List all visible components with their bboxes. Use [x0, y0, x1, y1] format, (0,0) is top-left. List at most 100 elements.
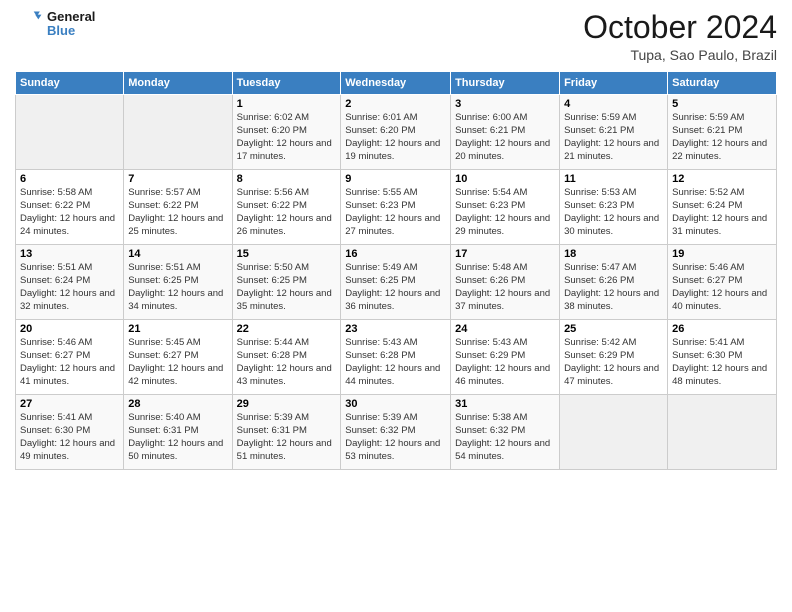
day-number: 29 — [237, 398, 337, 410]
day-info: Sunrise: 5:41 AM Sunset: 6:30 PM Dayligh… — [672, 337, 772, 388]
calendar-day-cell: 9Sunrise: 5:55 AM Sunset: 6:23 PM Daylig… — [341, 170, 451, 245]
day-number: 18 — [564, 248, 663, 260]
calendar-day-cell: 6 Sunrise: 5:58 AM Sunset: 6:22 PM Daylig… — [16, 170, 124, 245]
day-number: 10 — [455, 173, 555, 185]
calendar-day-cell: 26 Sunrise: 5:41 AM Sunset: 6:30 PM Dayli… — [668, 320, 777, 395]
calendar-day-cell — [560, 395, 668, 470]
day-info: Sunrise: 6:01 AM Sunset: 6:20 PM Dayligh… — [345, 112, 446, 163]
day-info: Sunrise: 5:59 AM Sunset: 6:21 PM Dayligh… — [672, 112, 772, 163]
day-info: Sunrise: 5:49 AM Sunset: 6:25 PM Dayligh… — [345, 262, 446, 313]
calendar-header-row: SundayMondayTuesdayWednesdayThursdayFrid… — [16, 72, 777, 95]
calendar-day-header: Wednesday — [341, 72, 451, 95]
day-number: 28 — [128, 398, 227, 410]
day-info: Sunrise: 5:56 AM Sunset: 6:22 PM Dayligh… — [237, 187, 337, 238]
day-number: 31 — [455, 398, 555, 410]
day-info: Sunrise: 5:59 AM Sunset: 6:21 PM Dayligh… — [564, 112, 663, 163]
calendar-day-cell: 21 Sunrise: 5:45 AM Sunset: 6:27 PM Dayli… — [124, 320, 232, 395]
day-info: Sunrise: 5:52 AM Sunset: 6:24 PM Dayligh… — [672, 187, 772, 238]
day-number: 11 — [564, 173, 663, 185]
calendar-day-cell: 12 Sunrise: 5:52 AM Sunset: 6:24 PM Dayli… — [668, 170, 777, 245]
calendar-day-cell: 19 Sunrise: 5:46 AM Sunset: 6:27 PM Dayli… — [668, 245, 777, 320]
calendar-day-cell: 25 Sunrise: 5:42 AM Sunset: 6:29 PM Dayli… — [560, 320, 668, 395]
day-info: Sunrise: 5:44 AM Sunset: 6:28 PM Dayligh… — [237, 337, 337, 388]
calendar-day-cell: 1 Sunrise: 6:02 AM Sunset: 6:20 PM Daylig… — [232, 95, 341, 170]
day-number: 25 — [564, 323, 663, 335]
title-block: October 2024 Tupa, Sao Paulo, Brazil — [583, 10, 777, 63]
day-number: 2 — [345, 98, 446, 110]
calendar-day-cell: 22 Sunrise: 5:44 AM Sunset: 6:28 PM Dayli… — [232, 320, 341, 395]
day-info: Sunrise: 5:42 AM Sunset: 6:29 PM Dayligh… — [564, 337, 663, 388]
day-info: Sunrise: 5:46 AM Sunset: 6:27 PM Dayligh… — [20, 337, 119, 388]
calendar-day-header: Saturday — [668, 72, 777, 95]
day-number: 9 — [345, 173, 446, 185]
calendar-day-header: Monday — [124, 72, 232, 95]
calendar-day-cell — [16, 95, 124, 170]
day-number: 6 — [20, 173, 119, 185]
calendar-day-cell: 24Sunrise: 5:43 AM Sunset: 6:29 PM Dayli… — [451, 320, 560, 395]
calendar-day-cell: 16 Sunrise: 5:49 AM Sunset: 6:25 PM Dayli… — [341, 245, 451, 320]
day-number: 4 — [564, 98, 663, 110]
calendar-day-cell: 11Sunrise: 5:53 AM Sunset: 6:23 PM Dayli… — [560, 170, 668, 245]
logo-icon — [15, 10, 43, 38]
day-info: Sunrise: 5:43 AM Sunset: 6:28 PM Dayligh… — [345, 337, 446, 388]
day-info: Sunrise: 5:39 AM Sunset: 6:31 PM Dayligh… — [237, 412, 337, 463]
day-number: 16 — [345, 248, 446, 260]
calendar-day-cell: 31 Sunrise: 5:38 AM Sunset: 6:32 PM Dayli… — [451, 395, 560, 470]
day-number: 26 — [672, 323, 772, 335]
logo-blue: Blue — [47, 24, 95, 38]
day-info: Sunrise: 5:38 AM Sunset: 6:32 PM Dayligh… — [455, 412, 555, 463]
calendar-day-header: Thursday — [451, 72, 560, 95]
calendar-day-cell: 13Sunrise: 5:51 AM Sunset: 6:24 PM Dayli… — [16, 245, 124, 320]
calendar-week-row: 1 Sunrise: 6:02 AM Sunset: 6:20 PM Daylig… — [16, 95, 777, 170]
day-info: Sunrise: 5:46 AM Sunset: 6:27 PM Dayligh… — [672, 262, 772, 313]
day-number: 23 — [345, 323, 446, 335]
calendar-day-cell: 27 Sunrise: 5:41 AM Sunset: 6:30 PM Dayli… — [16, 395, 124, 470]
day-number: 24 — [455, 323, 555, 335]
day-number: 20 — [20, 323, 119, 335]
calendar-day-cell: 18 Sunrise: 5:47 AM Sunset: 6:26 PM Dayli… — [560, 245, 668, 320]
day-number: 22 — [237, 323, 337, 335]
day-number: 19 — [672, 248, 772, 260]
calendar-day-cell: 30 Sunrise: 5:39 AM Sunset: 6:32 PM Dayli… — [341, 395, 451, 470]
day-number: 15 — [237, 248, 337, 260]
day-info: Sunrise: 6:00 AM Sunset: 6:21 PM Dayligh… — [455, 112, 555, 163]
calendar-day-header: Tuesday — [232, 72, 341, 95]
calendar-day-cell: 29 Sunrise: 5:39 AM Sunset: 6:31 PM Dayli… — [232, 395, 341, 470]
calendar-subtitle: Tupa, Sao Paulo, Brazil — [583, 47, 777, 63]
day-number: 7 — [128, 173, 227, 185]
calendar-day-cell: 3 Sunrise: 6:00 AM Sunset: 6:21 PM Daylig… — [451, 95, 560, 170]
day-info: Sunrise: 5:58 AM Sunset: 6:22 PM Dayligh… — [20, 187, 119, 238]
calendar-day-header: Sunday — [16, 72, 124, 95]
logo-general: General — [47, 10, 95, 24]
calendar-day-cell: 23 Sunrise: 5:43 AM Sunset: 6:28 PM Dayli… — [341, 320, 451, 395]
calendar-day-cell: 14Sunrise: 5:51 AM Sunset: 6:25 PM Dayli… — [124, 245, 232, 320]
day-number: 12 — [672, 173, 772, 185]
calendar-day-cell: 5Sunrise: 5:59 AM Sunset: 6:21 PM Daylig… — [668, 95, 777, 170]
day-number: 14 — [128, 248, 227, 260]
day-info: Sunrise: 5:47 AM Sunset: 6:26 PM Dayligh… — [564, 262, 663, 313]
day-info: Sunrise: 5:48 AM Sunset: 6:26 PM Dayligh… — [455, 262, 555, 313]
calendar-week-row: 13Sunrise: 5:51 AM Sunset: 6:24 PM Dayli… — [16, 245, 777, 320]
day-info: Sunrise: 5:41 AM Sunset: 6:30 PM Dayligh… — [20, 412, 119, 463]
calendar-day-cell: 8Sunrise: 5:56 AM Sunset: 6:22 PM Daylig… — [232, 170, 341, 245]
day-number: 1 — [237, 98, 337, 110]
day-info: Sunrise: 5:54 AM Sunset: 6:23 PM Dayligh… — [455, 187, 555, 238]
day-info: Sunrise: 5:45 AM Sunset: 6:27 PM Dayligh… — [128, 337, 227, 388]
day-number: 21 — [128, 323, 227, 335]
day-number: 27 — [20, 398, 119, 410]
day-info: Sunrise: 5:40 AM Sunset: 6:31 PM Dayligh… — [128, 412, 227, 463]
day-info: Sunrise: 5:57 AM Sunset: 6:22 PM Dayligh… — [128, 187, 227, 238]
day-info: Sunrise: 5:39 AM Sunset: 6:32 PM Dayligh… — [345, 412, 446, 463]
calendar-day-cell: 7 Sunrise: 5:57 AM Sunset: 6:22 PM Daylig… — [124, 170, 232, 245]
calendar-day-header: Friday — [560, 72, 668, 95]
day-info: Sunrise: 6:02 AM Sunset: 6:20 PM Dayligh… — [237, 112, 337, 163]
calendar-day-cell: 28 Sunrise: 5:40 AM Sunset: 6:31 PM Dayli… — [124, 395, 232, 470]
page: General Blue October 2024 Tupa, Sao Paul… — [0, 0, 792, 612]
day-number: 17 — [455, 248, 555, 260]
day-info: Sunrise: 5:50 AM Sunset: 6:25 PM Dayligh… — [237, 262, 337, 313]
calendar-day-cell — [124, 95, 232, 170]
day-info: Sunrise: 5:51 AM Sunset: 6:24 PM Dayligh… — [20, 262, 119, 313]
day-number: 3 — [455, 98, 555, 110]
day-number: 30 — [345, 398, 446, 410]
calendar-day-cell: 15 Sunrise: 5:50 AM Sunset: 6:25 PM Dayli… — [232, 245, 341, 320]
